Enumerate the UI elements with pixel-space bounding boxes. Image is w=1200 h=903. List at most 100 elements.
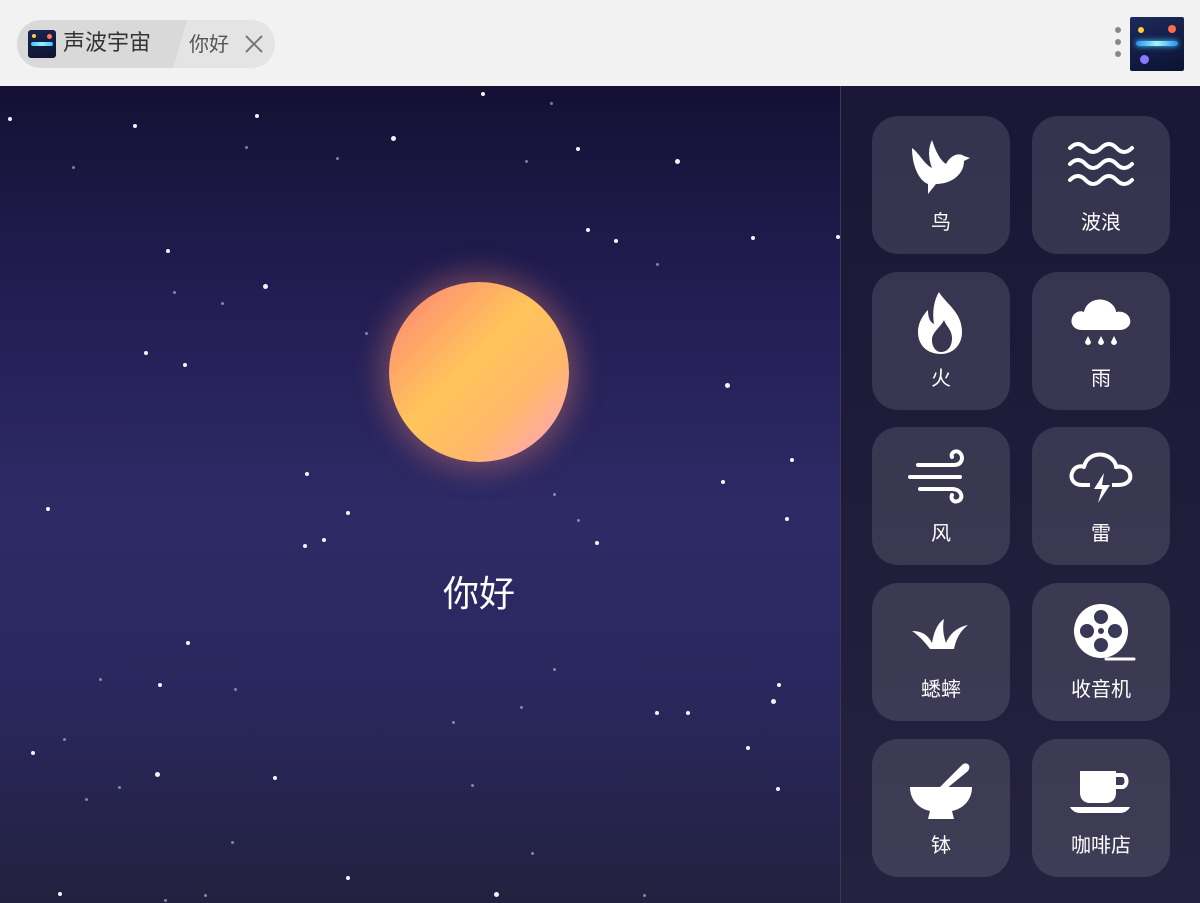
star bbox=[273, 776, 277, 780]
app-logo-icon bbox=[28, 30, 56, 58]
star bbox=[166, 249, 170, 253]
star bbox=[471, 784, 474, 787]
star bbox=[58, 892, 62, 896]
star bbox=[520, 706, 523, 709]
star bbox=[133, 124, 137, 128]
title-bar: 声波宇宙 你好 bbox=[0, 0, 1200, 86]
star bbox=[346, 511, 350, 515]
star bbox=[336, 157, 339, 160]
star bbox=[452, 721, 455, 724]
star bbox=[746, 746, 750, 750]
star bbox=[576, 147, 580, 151]
sound-tile-bowl[interactable]: 钵 bbox=[872, 739, 1010, 877]
star bbox=[776, 787, 780, 791]
sound-label: 钵 bbox=[931, 833, 951, 857]
sound-tile-wind[interactable]: 风 bbox=[872, 427, 1010, 565]
fire-icon bbox=[918, 292, 962, 354]
rain-cloud-icon bbox=[1071, 299, 1131, 345]
film-reel-icon bbox=[1074, 604, 1136, 661]
star bbox=[643, 894, 646, 897]
star bbox=[173, 291, 176, 294]
star bbox=[531, 852, 534, 855]
star bbox=[550, 102, 553, 105]
star bbox=[785, 517, 789, 521]
star bbox=[777, 683, 781, 687]
star bbox=[365, 332, 368, 335]
app-tab[interactable]: 声波宇宙 bbox=[17, 20, 187, 68]
star bbox=[721, 480, 725, 484]
star bbox=[263, 284, 268, 289]
star bbox=[553, 493, 556, 496]
star bbox=[46, 507, 50, 511]
star bbox=[305, 472, 309, 476]
star bbox=[158, 683, 162, 687]
star bbox=[655, 711, 659, 715]
star bbox=[675, 159, 680, 164]
star bbox=[751, 236, 755, 240]
star bbox=[164, 899, 167, 902]
star bbox=[391, 136, 396, 141]
star bbox=[204, 894, 207, 897]
star bbox=[790, 458, 794, 462]
sound-label: 鸟 bbox=[931, 210, 951, 234]
app-name: 声波宇宙 bbox=[63, 31, 152, 56]
star bbox=[686, 711, 690, 715]
star bbox=[234, 688, 237, 691]
sound-tile-cricket[interactable]: 蟋蟀 bbox=[872, 583, 1010, 721]
wind-icon bbox=[908, 449, 964, 504]
grass-icon bbox=[912, 619, 968, 649]
sound-tile-thunder[interactable]: 雷 bbox=[1032, 427, 1170, 565]
sound-tile-fire[interactable]: 火 bbox=[872, 272, 1010, 410]
star bbox=[494, 892, 499, 897]
thunder-cloud-icon bbox=[1069, 452, 1133, 503]
sound-tile-bird[interactable]: 鸟 bbox=[872, 116, 1010, 254]
star bbox=[656, 263, 659, 266]
coffee-cup-icon bbox=[1070, 771, 1130, 813]
star bbox=[186, 641, 190, 645]
star bbox=[183, 363, 187, 367]
star bbox=[346, 876, 350, 880]
star bbox=[8, 117, 12, 121]
star bbox=[725, 383, 730, 388]
star bbox=[586, 228, 590, 232]
star bbox=[63, 738, 66, 741]
sound-label: 风 bbox=[931, 521, 951, 545]
star bbox=[553, 668, 556, 671]
sound-label: 雨 bbox=[1091, 366, 1111, 390]
star bbox=[322, 538, 326, 542]
star bbox=[118, 786, 121, 789]
waves-icon bbox=[1068, 142, 1134, 186]
tab-strip: 声波宇宙 你好 bbox=[17, 20, 275, 68]
star bbox=[155, 772, 160, 777]
scene-text: 你好 bbox=[442, 574, 515, 615]
star bbox=[481, 92, 485, 96]
sound-label: 蟋蟀 bbox=[921, 677, 961, 701]
star bbox=[255, 114, 259, 118]
tab-title[interactable]: 你好 bbox=[189, 30, 229, 58]
scene-canvas: 你好 bbox=[0, 86, 840, 903]
sound-panel: 鸟 波浪 火 雨 风 雷 蟋蟀 收音机 钵 咖啡店 bbox=[840, 86, 1200, 903]
sound-label: 波浪 bbox=[1081, 210, 1121, 234]
close-icon[interactable] bbox=[243, 33, 265, 55]
mortar-pestle-icon bbox=[910, 763, 972, 819]
sound-tile-cafe[interactable]: 咖啡店 bbox=[1032, 739, 1170, 877]
bird-icon bbox=[912, 140, 970, 194]
star bbox=[144, 351, 148, 355]
star bbox=[72, 166, 75, 169]
star bbox=[221, 302, 224, 305]
sound-label: 火 bbox=[931, 366, 951, 390]
star bbox=[595, 541, 599, 545]
sound-label: 收音机 bbox=[1071, 677, 1131, 701]
sun-orb[interactable] bbox=[389, 282, 569, 462]
avatar[interactable] bbox=[1130, 17, 1184, 71]
star bbox=[85, 798, 88, 801]
star bbox=[577, 519, 580, 522]
sound-tile-rain[interactable]: 雨 bbox=[1032, 272, 1170, 410]
star bbox=[303, 544, 307, 548]
sound-tile-radio[interactable]: 收音机 bbox=[1032, 583, 1170, 721]
sound-label: 咖啡店 bbox=[1071, 833, 1131, 857]
star bbox=[245, 146, 248, 149]
more-menu-icon[interactable] bbox=[1113, 27, 1123, 61]
sound-tile-waves[interactable]: 波浪 bbox=[1032, 116, 1170, 254]
star bbox=[771, 699, 776, 704]
